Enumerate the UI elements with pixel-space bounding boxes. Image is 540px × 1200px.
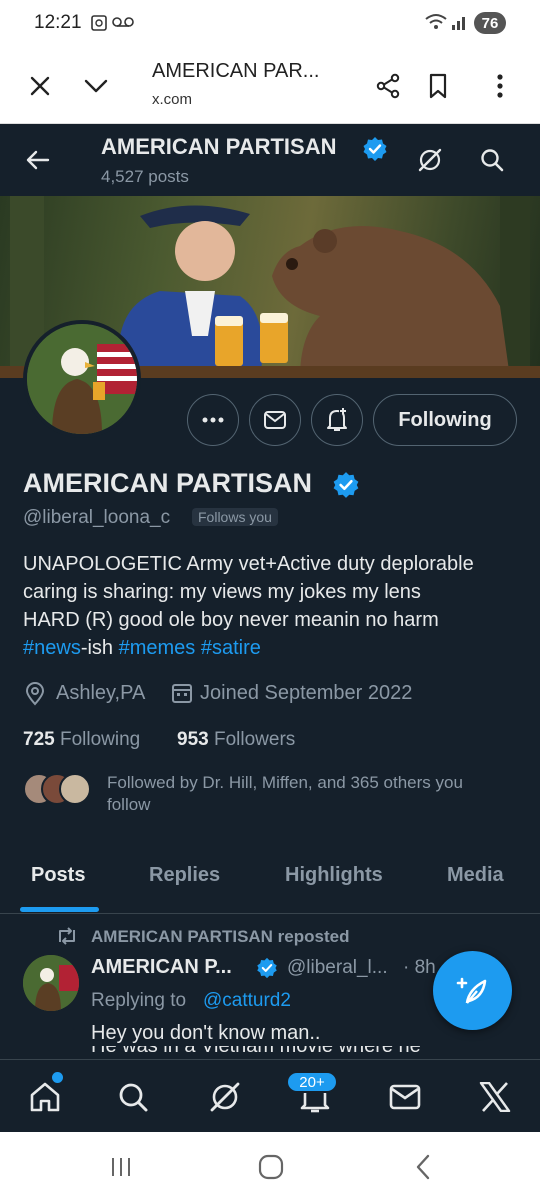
- chevron-down-icon[interactable]: [78, 68, 114, 104]
- recent-apps-icon[interactable]: [100, 1146, 142, 1188]
- followed-by-avatars[interactable]: [23, 771, 93, 807]
- repost-label[interactable]: AMERICAN PARTISAN reposted: [91, 927, 349, 947]
- post-text-continued: He was in a Vietnam movie where he: [91, 1046, 421, 1057]
- verified-badge-icon: [362, 136, 388, 162]
- home-button-icon[interactable]: [250, 1146, 292, 1188]
- x-profile-page: AMERICAN PARTISAN 4,527 posts Following …: [0, 124, 540, 1132]
- profile-name: AMERICAN PARTISAN: [23, 468, 312, 498]
- search-icon[interactable]: [108, 1072, 158, 1122]
- back-arrow-icon[interactable]: [20, 142, 56, 178]
- status-bar: 12:21 76: [0, 0, 540, 48]
- hashtag-satire[interactable]: #satire: [201, 637, 261, 659]
- more-options-button[interactable]: [187, 394, 239, 446]
- verified-badge-icon: [332, 471, 360, 499]
- following-count-link[interactable]: 725 Following: [23, 729, 140, 751]
- hashtag-news[interactable]: #news: [23, 637, 81, 659]
- followed-by-text[interactable]: Followed by Dr. Hill, Miffen, and 365 ot…: [107, 772, 527, 816]
- followers-label: Followers: [213, 729, 296, 750]
- bio-text: -ish: [80, 637, 114, 659]
- x-logo-icon[interactable]: [470, 1072, 520, 1122]
- post-author-handle: @liberal_l...: [287, 957, 388, 978]
- notifications-badge: 20+: [286, 1071, 338, 1093]
- browser-url[interactable]: x.com: [152, 91, 192, 108]
- profile-handle: @liberal_loona_c: [23, 507, 171, 528]
- followed-by-line: follow: [107, 795, 151, 814]
- post-text: Hey you don't know man..: [91, 1022, 321, 1044]
- status-time: 12:21: [34, 12, 82, 33]
- followers-count-link[interactable]: 953 Followers: [177, 729, 295, 751]
- header-post-count: 4,527 posts: [101, 167, 189, 186]
- search-icon[interactable]: [474, 142, 510, 178]
- envelope-icon[interactable]: [380, 1072, 430, 1122]
- bio-line: caring is sharing: my views my jokes my …: [23, 581, 421, 603]
- message-button[interactable]: [249, 394, 301, 446]
- following-button[interactable]: Following: [373, 394, 517, 446]
- grok-icon[interactable]: [412, 142, 448, 178]
- battery-indicator: 76: [474, 12, 506, 34]
- more-vertical-icon[interactable]: [482, 68, 518, 104]
- repost-icon: [56, 927, 78, 945]
- wifi-icon: [424, 12, 448, 32]
- bell-plus-icon: [327, 408, 347, 431]
- grok-icon[interactable]: [200, 1072, 250, 1122]
- tab-posts[interactable]: Posts: [31, 864, 85, 887]
- system-navigation-bar: [0, 1132, 540, 1200]
- following-label: Following: [59, 729, 141, 750]
- bio-line: HARD (R) good ole boy never meanin no ha…: [23, 609, 439, 631]
- profile-location: Ashley,PA: [56, 682, 146, 704]
- calendar-icon: [171, 682, 193, 704]
- following-count: 725: [23, 729, 55, 750]
- location-pin-icon: [24, 682, 46, 706]
- tab-replies[interactable]: Replies: [149, 864, 220, 887]
- hashtag-memes[interactable]: #memes: [119, 637, 196, 659]
- feather-plus-icon: [456, 977, 486, 1004]
- tab-highlights[interactable]: Highlights: [285, 864, 383, 887]
- back-icon[interactable]: [402, 1146, 444, 1188]
- profile-bio: UNAPOLOGETIC Army vet+Active duty deplor…: [23, 550, 523, 662]
- followers-count: 953: [177, 729, 209, 750]
- post-author-avatar[interactable]: [23, 955, 79, 1011]
- browser-toolbar: AMERICAN PAR... x.com: [0, 48, 540, 124]
- share-icon[interactable]: [370, 68, 406, 104]
- active-tab-indicator: [20, 907, 99, 912]
- signal-icon: [450, 12, 470, 32]
- post-text-clipped: He was in a Vietnam movie where he: [91, 1046, 491, 1060]
- profile-joined: Joined September 2022: [200, 682, 413, 704]
- bottom-tab-bar: 20+: [0, 1059, 540, 1132]
- voicemail-icon: [112, 16, 134, 28]
- envelope-icon: [264, 411, 286, 429]
- compose-post-button[interactable]: [433, 951, 512, 1030]
- tabs-divider: [0, 913, 540, 914]
- replying-to-handle[interactable]: @catturd2: [203, 990, 291, 1012]
- post-time: · 8h: [403, 957, 436, 978]
- follows-you-badge: Follows you: [192, 508, 278, 526]
- bio-line: UNAPOLOGETIC Army vet+Active duty deplor…: [23, 553, 474, 575]
- notify-button[interactable]: [311, 394, 363, 446]
- followed-by-line: Followed by Dr. Hill, Miffen, and 365 ot…: [107, 773, 463, 792]
- verified-badge-icon: [256, 957, 278, 979]
- tab-media[interactable]: Media: [447, 864, 504, 887]
- screenshot-icon: [90, 14, 108, 32]
- avatar: [59, 773, 91, 805]
- profile-avatar[interactable]: [23, 320, 141, 438]
- close-icon[interactable]: [22, 68, 58, 104]
- more-horizontal-icon: [202, 417, 224, 423]
- browser-page-title: AMERICAN PAR...: [152, 60, 320, 82]
- bookmark-icon[interactable]: [420, 68, 456, 104]
- home-unread-dot: [52, 1072, 63, 1083]
- post-author-name[interactable]: AMERICAN P...: [91, 956, 232, 979]
- replying-to-label: Replying to: [91, 990, 187, 1011]
- header-name: AMERICAN PARTISAN: [101, 134, 337, 159]
